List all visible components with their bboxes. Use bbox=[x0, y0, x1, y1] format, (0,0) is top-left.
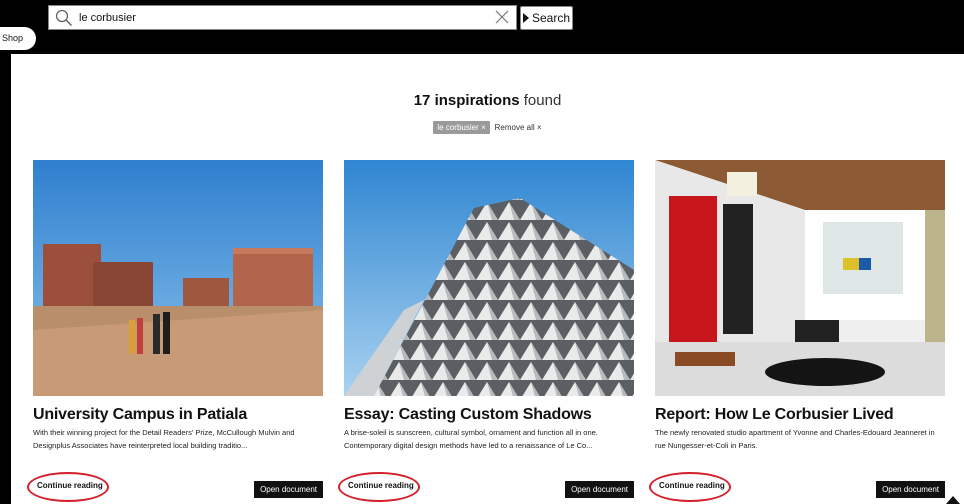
search-button-label: Search bbox=[531, 11, 571, 25]
card-actions: Continue reading Open document bbox=[338, 472, 634, 502]
clear-icon[interactable] bbox=[494, 9, 510, 25]
search-button[interactable]: Search bbox=[520, 6, 573, 30]
open-document-button[interactable]: Open document bbox=[876, 481, 945, 498]
card-excerpt: The newly renovated studio apartment of … bbox=[655, 428, 935, 450]
results-suffix: found bbox=[523, 92, 562, 109]
active-filters: le corbusier × Remove all × bbox=[11, 121, 964, 134]
open-document-button[interactable]: Open document bbox=[254, 481, 323, 498]
card-title[interactable]: Report: How Le Corbusier Lived bbox=[655, 406, 945, 424]
search-box[interactable] bbox=[48, 5, 517, 30]
card-title[interactable]: Essay: Casting Custom Shadows bbox=[344, 406, 634, 424]
card-image[interactable] bbox=[33, 160, 323, 396]
card-excerpt: A brise-soleil is sunscreen, cultural sy… bbox=[344, 428, 598, 450]
top-bar: Search bbox=[0, 0, 964, 54]
card-actions: Continue reading Open document bbox=[27, 472, 323, 502]
filter-chip[interactable]: le corbusier × bbox=[433, 121, 490, 134]
open-document-button[interactable]: Open document bbox=[565, 481, 634, 498]
results-count: 17 bbox=[413, 92, 431, 109]
search-icon bbox=[55, 9, 73, 27]
scroll-to-top-icon[interactable] bbox=[946, 496, 960, 504]
results-heading: 17 inspirations found bbox=[11, 92, 964, 109]
play-icon bbox=[522, 13, 529, 23]
result-card: Essay: Casting Custom Shadows A brise-so… bbox=[338, 160, 634, 502]
search-input[interactable] bbox=[79, 8, 479, 28]
continue-reading-label: Continue reading bbox=[37, 481, 103, 490]
shop-tab[interactable]: Shop bbox=[0, 27, 36, 50]
card-excerpt: With their winning project for the Detai… bbox=[33, 428, 295, 450]
continue-reading-link[interactable]: Continue reading bbox=[338, 472, 420, 502]
card-title[interactable]: University Campus in Patiala bbox=[33, 406, 323, 424]
continue-reading-link[interactable]: Continue reading bbox=[27, 472, 109, 502]
card-image[interactable] bbox=[655, 160, 945, 396]
results-noun: inspirations bbox=[434, 92, 520, 109]
continue-reading-label: Continue reading bbox=[659, 481, 725, 490]
result-card: Report: How Le Corbusier Lived The newly… bbox=[649, 160, 945, 502]
card-actions: Continue reading Open document bbox=[649, 472, 945, 502]
result-card: University Campus in Patiala With their … bbox=[27, 160, 323, 502]
card-image[interactable] bbox=[344, 160, 634, 396]
results-area: 17 inspirations found le corbusier × Rem… bbox=[11, 54, 964, 504]
continue-reading-link[interactable]: Continue reading bbox=[649, 472, 731, 502]
continue-reading-label: Continue reading bbox=[348, 481, 414, 490]
remove-all-link[interactable]: Remove all × bbox=[495, 123, 542, 132]
